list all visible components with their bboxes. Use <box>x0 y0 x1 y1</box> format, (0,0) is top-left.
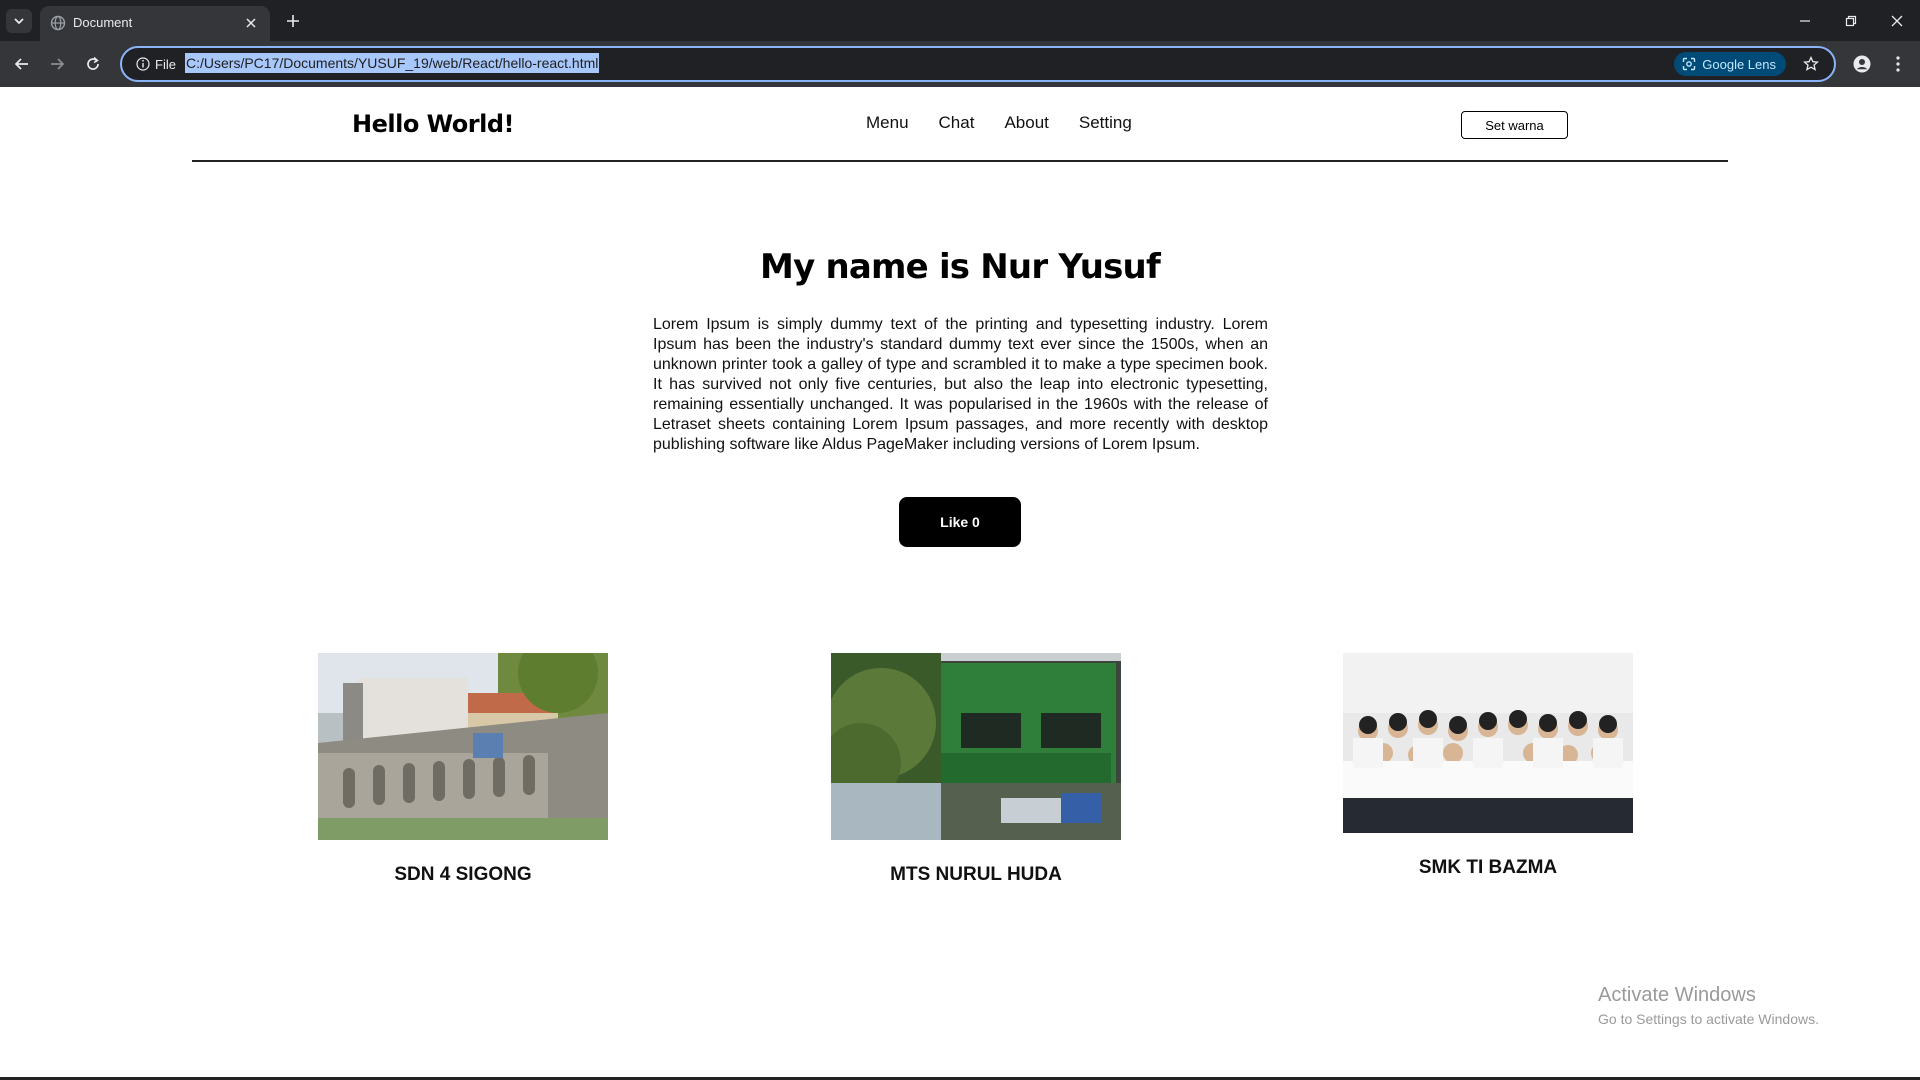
school-photo-smk <box>1343 653 1633 833</box>
school-photo-sdn <box>318 653 608 840</box>
site-info-label: File <box>155 56 176 72</box>
school-name: MTS NURUL HUDA <box>890 864 1062 885</box>
close-window-button[interactable] <box>1874 0 1920 41</box>
main-nav: Menu Chat About Setting <box>866 113 1132 133</box>
school-card: SDN 4 SIGONG <box>318 653 608 886</box>
arrow-left-icon <box>14 58 28 70</box>
page-title: My name is Nur Yusuf <box>760 247 1161 287</box>
browser-menu-button[interactable] <box>1884 50 1912 78</box>
browser-toolbar: File C:/Users/PC17/Documents/YUSUF_19/we… <box>0 41 1920 87</box>
school-photo-mts <box>831 653 1121 840</box>
info-icon <box>136 57 150 71</box>
web-page: Hello World! Menu Chat About Setting Set… <box>0 87 1920 1080</box>
watermark-subtitle: Go to Settings to activate Windows. <box>1598 1011 1819 1027</box>
nav-about[interactable]: About <box>1004 113 1048 133</box>
close-icon <box>1891 15 1903 26</box>
like-button[interactable]: Like 0 <box>899 497 1021 547</box>
school-card: MTS NURUL HUDA <box>831 653 1121 886</box>
google-lens-button[interactable]: Google Lens <box>1674 52 1786 76</box>
reload-icon <box>87 56 99 70</box>
school-name: SMK TI BAZMA <box>1418 857 1558 878</box>
new-tab-button[interactable] <box>280 8 306 34</box>
activate-windows-watermark: Activate Windows Go to Settings to activ… <box>1598 984 1819 1027</box>
minimize-icon <box>1800 19 1810 22</box>
site-info-button[interactable]: File <box>130 53 182 75</box>
tab-search-button[interactable] <box>6 9 32 33</box>
tab-title: Document <box>73 15 133 30</box>
intro-paragraph: Lorem Ipsum is simply dummy text of the … <box>653 316 1268 453</box>
back-button[interactable] <box>8 50 36 78</box>
browser-tab[interactable]: Document <box>40 6 270 41</box>
browser-tab-bar: Document <box>0 0 1920 41</box>
person-icon <box>1853 55 1871 73</box>
nav-setting[interactable]: Setting <box>1079 113 1132 133</box>
star-icon <box>1803 56 1819 71</box>
restore-icon <box>1845 15 1857 26</box>
reload-button[interactable] <box>79 50 107 78</box>
google-lens-label: Google Lens <box>1702 56 1776 72</box>
tab-close-button[interactable] <box>240 12 262 34</box>
bookmark-button[interactable] <box>1800 53 1822 75</box>
globe-icon <box>50 15 66 31</box>
school-card: SMK TI BAZMA <box>1343 653 1633 879</box>
url-text[interactable]: C:/Users/PC17/Documents/YUSUF_19/web/Rea… <box>185 53 600 73</box>
arrow-right-icon <box>51 58 65 70</box>
nav-chat[interactable]: Chat <box>939 113 975 133</box>
close-icon <box>246 18 256 28</box>
plus-icon <box>287 15 299 27</box>
nav-menu[interactable]: Menu <box>866 113 909 133</box>
restore-button[interactable] <box>1828 0 1874 41</box>
set-color-button[interactable]: Set warna <box>1461 111 1568 139</box>
watermark-title: Activate Windows <box>1598 984 1756 1006</box>
brand-title: Hello World! <box>352 110 514 138</box>
site-header: Hello World! Menu Chat About Setting Set… <box>192 87 1728 162</box>
minimize-button[interactable] <box>1782 0 1828 41</box>
more-vertical-icon <box>1896 56 1900 72</box>
profile-button[interactable] <box>1848 50 1876 78</box>
chevron-down-icon <box>14 18 24 25</box>
forward-button[interactable] <box>43 50 71 78</box>
lens-icon <box>1683 57 1696 71</box>
address-bar[interactable]: File C:/Users/PC17/Documents/YUSUF_19/we… <box>120 46 1836 82</box>
school-name: SDN 4 SIGONG <box>394 864 532 885</box>
